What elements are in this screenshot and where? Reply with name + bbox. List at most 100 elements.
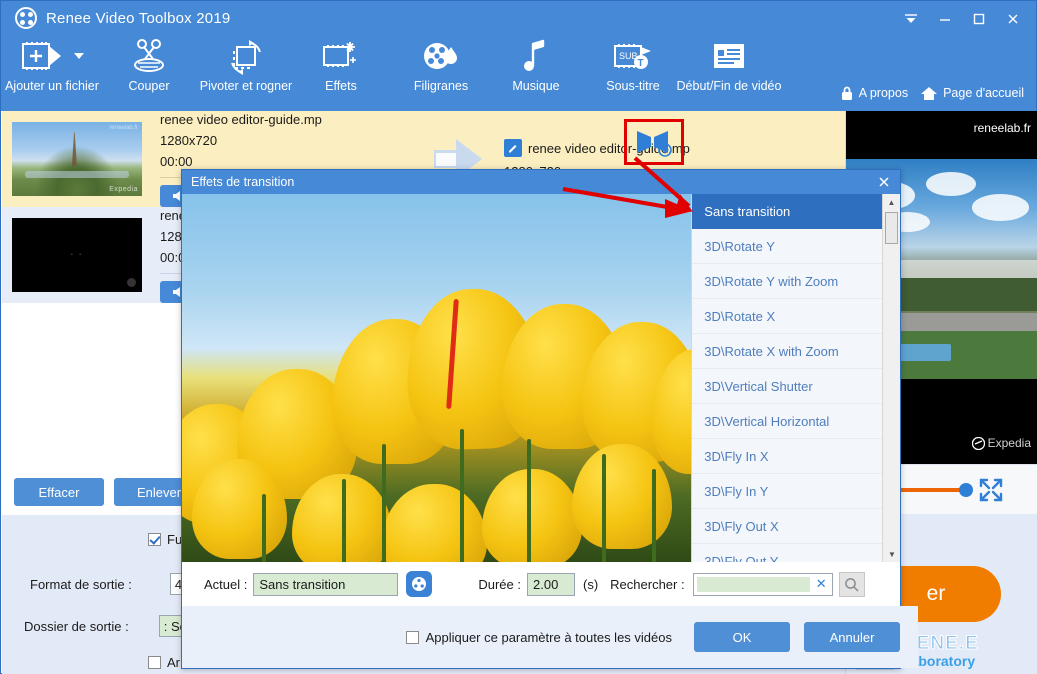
ok-button[interactable]: OK bbox=[694, 622, 790, 652]
dialog-title-bar: Effets de transition bbox=[182, 170, 900, 194]
lock-icon bbox=[841, 86, 852, 100]
extra-label: Ar bbox=[167, 655, 180, 670]
effects-icon bbox=[320, 33, 362, 79]
duration-label: Durée : bbox=[478, 576, 521, 592]
list-item[interactable]: 3D\Fly Out X bbox=[692, 509, 883, 544]
preview-video-watermark: Expedia bbox=[971, 436, 1031, 450]
toolbar-item-watermark[interactable]: Filigranes bbox=[376, 33, 506, 109]
extra-checkbox[interactable] bbox=[148, 656, 161, 669]
merge-checkbox[interactable] bbox=[148, 533, 161, 546]
list-item[interactable]: 3D\Rotate X with Zoom bbox=[692, 334, 883, 369]
source-resolution: 1280x720 bbox=[160, 132, 218, 148]
transition-effects-dialog: Effets de transition Sans transition 3D\… bbox=[181, 169, 918, 669]
scroll-down-icon[interactable]: ▼ bbox=[883, 546, 901, 562]
preview-watermark: reneelab.fr bbox=[973, 121, 1031, 135]
duration-unit: (s) bbox=[583, 576, 599, 592]
preview-watermark-text: Expedia bbox=[987, 436, 1031, 450]
output-folder-label: Dossier de sortie : bbox=[24, 618, 129, 634]
close-icon[interactable] bbox=[874, 172, 894, 192]
merge-label: Fu bbox=[167, 532, 183, 547]
list-item[interactable]: 3D\Fly In Y bbox=[692, 474, 883, 509]
toolbar-label: Musique bbox=[512, 79, 560, 93]
source-thumbnail: reneelab.fr Expedia bbox=[12, 122, 142, 196]
list-item[interactable]: 3D\Fly In X bbox=[692, 439, 883, 474]
edit-pencil-icon[interactable] bbox=[504, 139, 522, 157]
music-note-icon bbox=[519, 33, 553, 79]
toolbar-item-rotate-crop[interactable]: Pivoter et rogner bbox=[181, 33, 311, 109]
search-input[interactable] bbox=[692, 572, 833, 596]
toolbar-item-add-file[interactable]: Ajouter un fichier bbox=[0, 33, 117, 109]
slider-knob[interactable] bbox=[959, 483, 973, 497]
scrollbar-thumb[interactable] bbox=[885, 212, 898, 244]
subtitle-icon: SUB T bbox=[611, 33, 655, 79]
search-label: Rechercher : bbox=[610, 576, 685, 592]
about-label: A propos bbox=[858, 86, 909, 100]
title-bar: Renee Video Toolbox 2019 Ajouter un fich… bbox=[1, 1, 1036, 111]
svg-text:T: T bbox=[638, 58, 644, 69]
toolbar-label: Filigranes bbox=[413, 79, 469, 93]
list-item[interactable]: 3D\Rotate Y bbox=[692, 229, 883, 264]
app-title: Renee Video Toolbox 2019 bbox=[46, 9, 231, 27]
thumbnail-watermark: Expedia bbox=[109, 186, 138, 193]
watermark-icon bbox=[420, 33, 462, 79]
title-bar-left: Renee Video Toolbox 2019 bbox=[15, 7, 230, 29]
list-item[interactable]: 3D\Fly Out Y bbox=[692, 544, 883, 562]
dialog-footer: Appliquer ce paramètre à toutes les vidé… bbox=[182, 606, 918, 668]
duration-input[interactable]: 2.00 bbox=[527, 572, 575, 596]
homepage-label: Page d'accueil bbox=[943, 86, 1024, 100]
chevron-down-icon[interactable] bbox=[73, 53, 84, 59]
transition-list[interactable]: Sans transition 3D\Rotate Y 3D\Rotate Y … bbox=[692, 194, 883, 562]
toolbar-label: Début/Fin de vidéo bbox=[676, 79, 782, 93]
toolbar-label: Couper bbox=[128, 79, 170, 93]
close-icon[interactable] bbox=[998, 7, 1028, 31]
clear-icon[interactable]: ✕ bbox=[816, 576, 827, 592]
transition-list-panel: Sans transition 3D\Rotate Y 3D\Rotate Y … bbox=[691, 194, 900, 562]
dice-icon[interactable] bbox=[406, 571, 433, 597]
maximize-icon[interactable] bbox=[964, 7, 994, 31]
toolbar-right-links: A propos Page d'accueil bbox=[840, 85, 1024, 101]
toolbar-item-effects[interactable]: Effets bbox=[293, 33, 389, 109]
collapse-icon[interactable] bbox=[896, 7, 926, 31]
list-item[interactable]: 3D\Vertical Horizontal bbox=[692, 404, 883, 439]
window-controls bbox=[896, 7, 1028, 31]
scissors-icon bbox=[129, 33, 169, 79]
about-link[interactable]: A propos bbox=[840, 85, 908, 101]
thumbnail-top-watermark: reneelab.fr bbox=[109, 125, 138, 131]
apply-all-row[interactable]: Appliquer ce paramètre à toutes les vidé… bbox=[405, 630, 672, 645]
toolbar-label: Sous-titre bbox=[606, 79, 660, 93]
list-item[interactable]: Sans transition bbox=[692, 194, 883, 229]
application-window: Renee Video Toolbox 2019 Ajouter un fich… bbox=[0, 0, 1037, 674]
toolbar-label: Ajouter un fichier bbox=[5, 79, 99, 93]
list-scrollbar[interactable]: ▲ ▼ bbox=[882, 194, 900, 562]
list-item[interactable]: 3D\Rotate X bbox=[692, 299, 883, 334]
extra-checkbox-row[interactable]: Ar bbox=[148, 655, 180, 670]
globe-icon bbox=[127, 278, 136, 287]
dialog-title: Effets de transition bbox=[191, 175, 295, 189]
current-transition-input[interactable]: Sans transition bbox=[253, 572, 399, 596]
list-item[interactable]: 3D\Vertical Shutter bbox=[692, 369, 883, 404]
add-file-icon bbox=[21, 33, 84, 79]
transition-button-highlight bbox=[624, 119, 684, 165]
source-thumbnail: ▪ ▪ bbox=[12, 218, 142, 292]
search-icon[interactable] bbox=[838, 571, 865, 597]
main-window: Renee Video Toolbox 2019 Ajouter un fich… bbox=[0, 0, 1037, 674]
annotation-arrow-to-list bbox=[562, 187, 693, 218]
rotate-crop-icon bbox=[225, 33, 267, 79]
clear-button[interactable]: Effacer bbox=[14, 478, 104, 506]
merge-checkbox-row[interactable]: Fu bbox=[148, 532, 182, 547]
output-format-label: Format de sortie : bbox=[30, 576, 132, 592]
scroll-up-icon[interactable]: ▲ bbox=[883, 194, 900, 210]
apply-all-checkbox[interactable] bbox=[405, 630, 419, 644]
home-icon bbox=[921, 87, 938, 100]
thumbnail-placeholder: ▪ ▪ bbox=[70, 251, 84, 259]
film-reel-logo-icon bbox=[15, 7, 37, 29]
toolbar-item-intro-outro[interactable]: Début/Fin de vidéo bbox=[664, 33, 794, 109]
expedia-logo-icon bbox=[971, 436, 985, 450]
list-item[interactable]: 3D\Rotate Y with Zoom bbox=[692, 264, 883, 299]
homepage-link[interactable]: Page d'accueil bbox=[920, 85, 1024, 101]
minimize-icon[interactable] bbox=[930, 7, 960, 31]
toolbar-label: Pivoter et rogner bbox=[199, 79, 293, 93]
fullscreen-icon[interactable] bbox=[978, 477, 1004, 503]
cancel-button[interactable]: Annuler bbox=[804, 622, 900, 652]
current-label: Actuel : bbox=[204, 576, 248, 592]
